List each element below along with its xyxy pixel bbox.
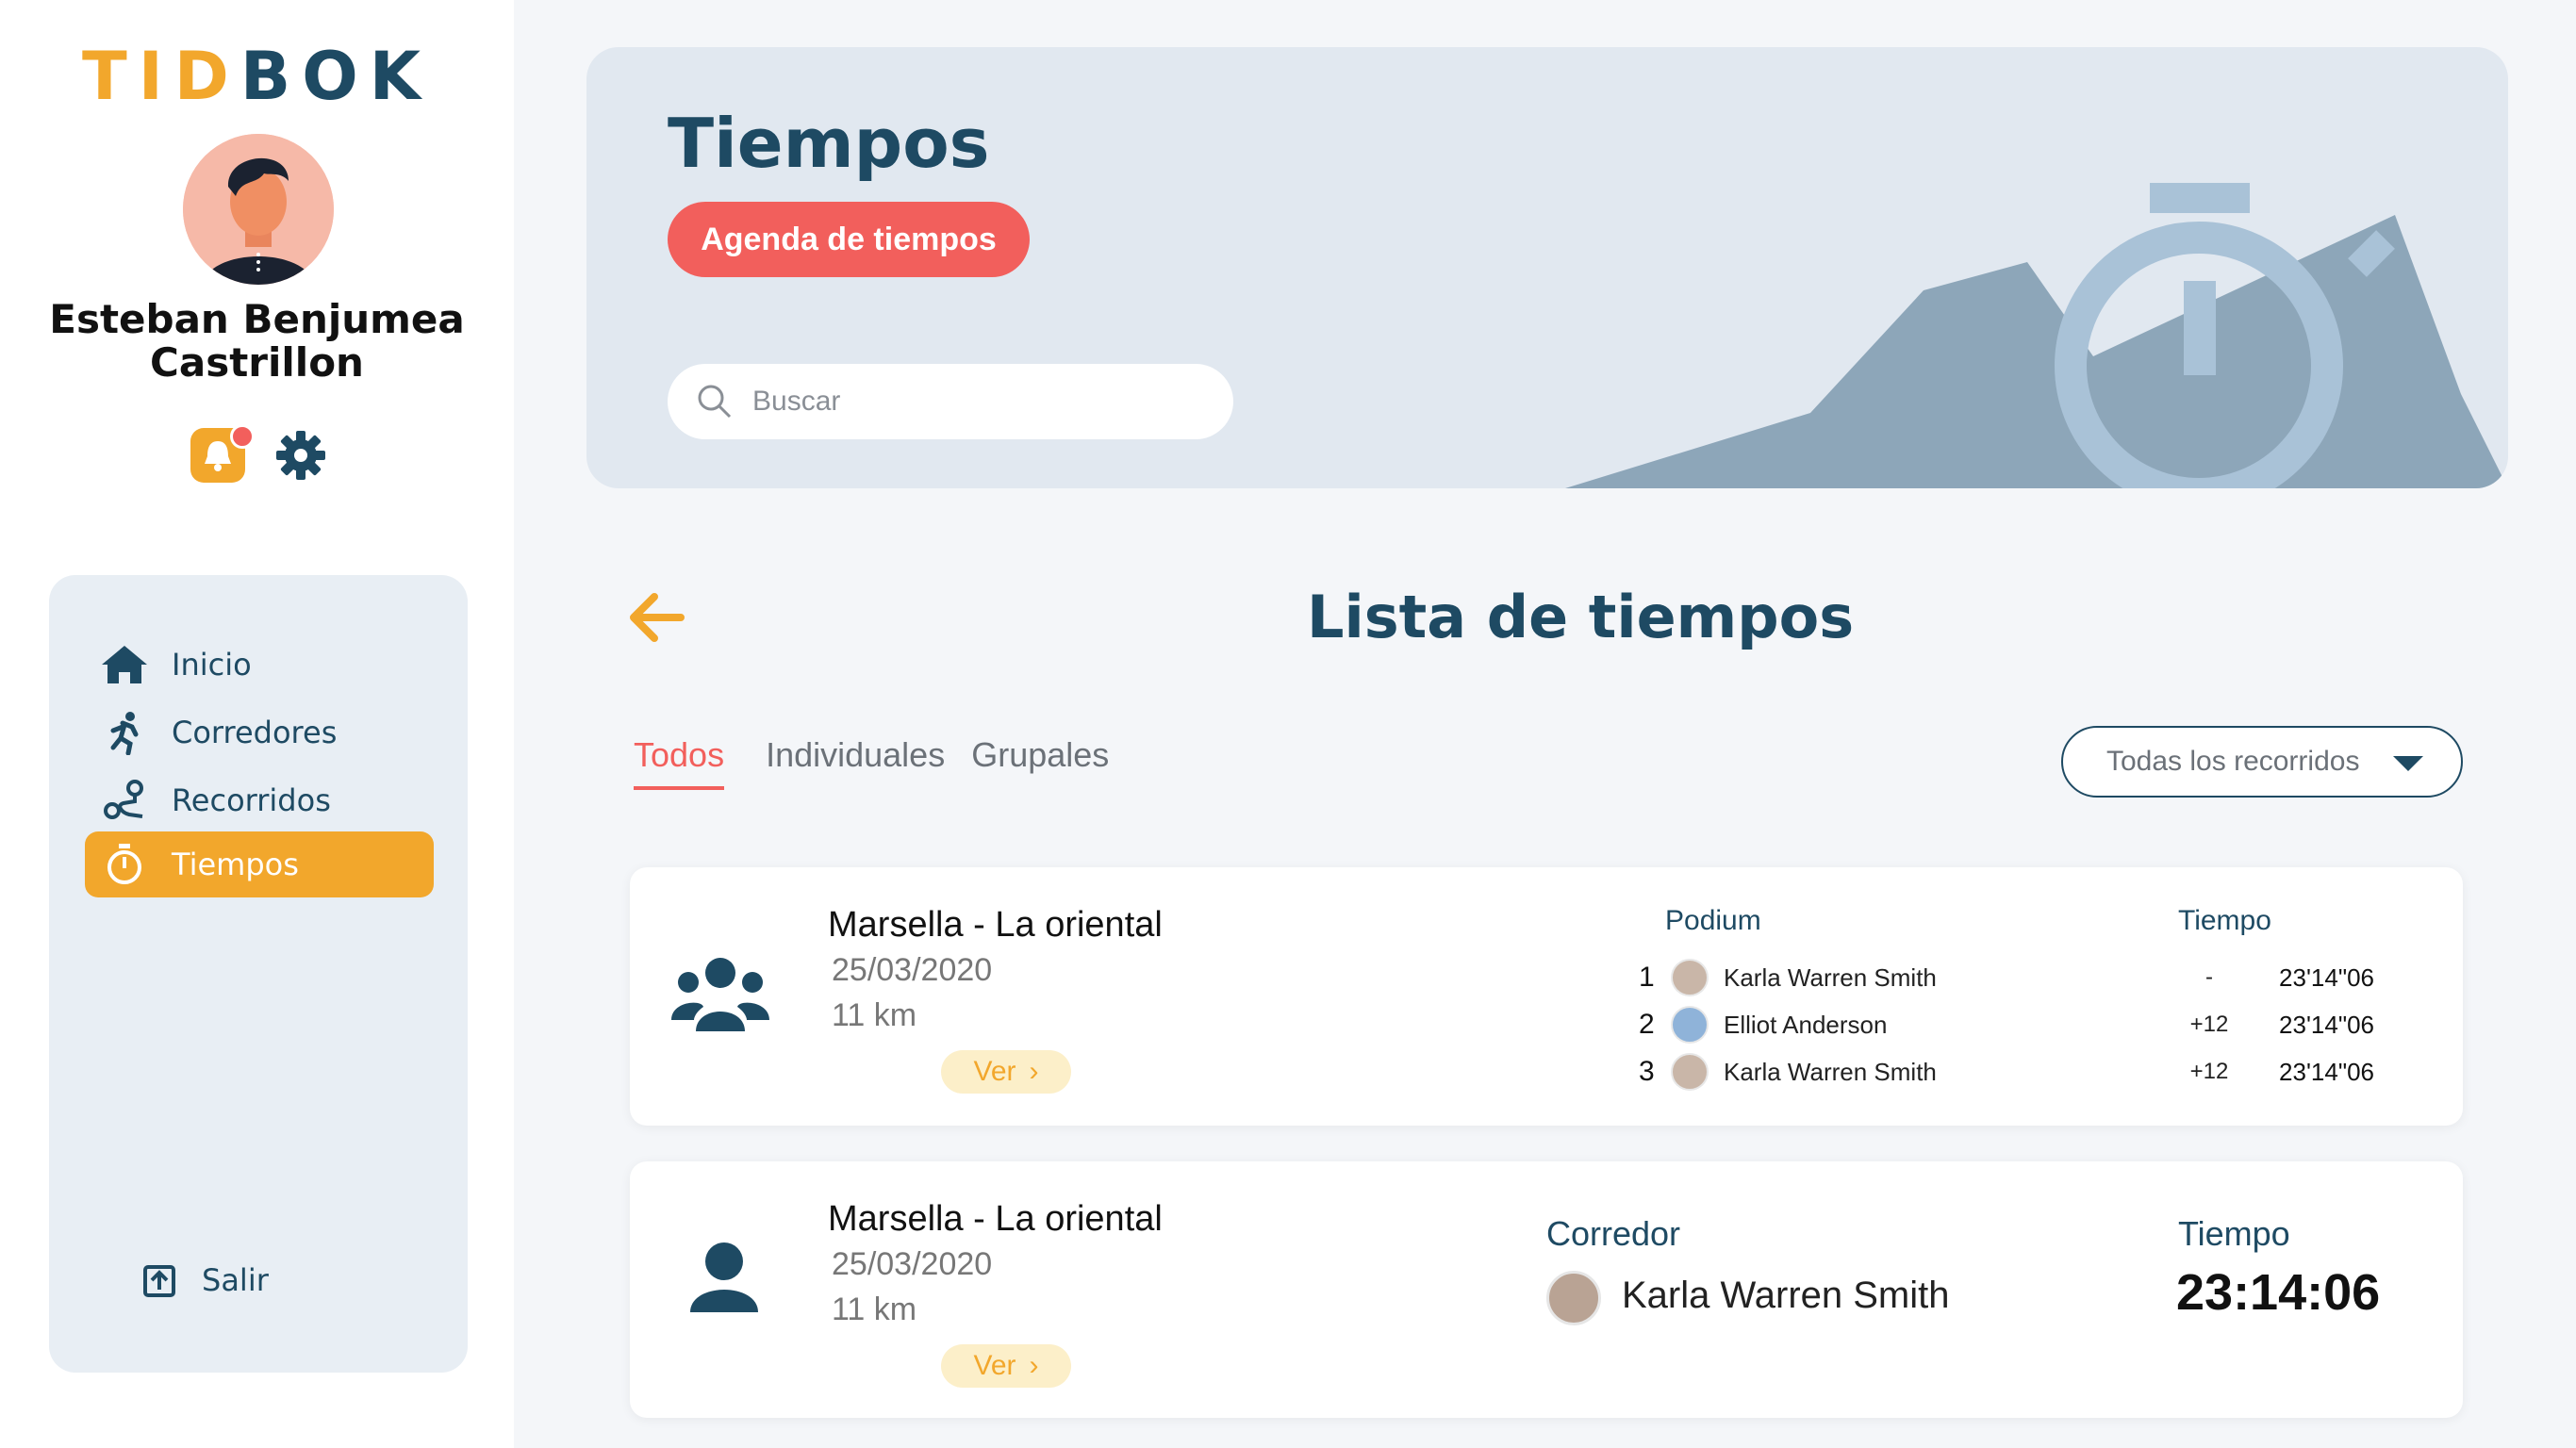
- section-title: Lista de tiempos: [1307, 583, 1855, 651]
- podium-position: 2: [1639, 1009, 1655, 1040]
- podium-row[interactable]: 2 Elliot Anderson +12 23'14"06: [1639, 1003, 2393, 1046]
- tab-grupales[interactable]: Grupales: [971, 735, 1109, 790]
- route-filter-select[interactable]: Todas los recorridos: [2061, 726, 2463, 798]
- podium-runner-name: Karla Warren Smith: [1724, 1057, 1937, 1086]
- race-distance: 11 km: [832, 997, 917, 1033]
- chevron-down-icon: [2393, 756, 2423, 771]
- runner-header: Corredor: [1546, 1214, 1681, 1253]
- podium-time: 23'14"06: [2279, 1057, 2374, 1086]
- search-bar[interactable]: [668, 364, 1233, 439]
- logout-icon: [143, 1265, 175, 1297]
- podium-diff: +12: [2189, 1012, 2229, 1037]
- race-date: 25/03/2020: [832, 952, 993, 988]
- chevron-right-icon: ›: [1029, 1350, 1039, 1381]
- race-name: Marsella - La oriental: [828, 905, 1163, 945]
- avatar: [1671, 1006, 1709, 1044]
- logout-button[interactable]: Salir: [141, 1261, 269, 1299]
- stopwatch-icon: [98, 838, 151, 891]
- podium-diff: +12: [2189, 1059, 2229, 1084]
- podium-runner-name: Karla Warren Smith: [1724, 963, 1937, 992]
- chevron-right-icon: ›: [1029, 1056, 1039, 1087]
- user-name: Esteban Benjumea Castrillon: [49, 296, 465, 386]
- avatar: [1671, 959, 1709, 996]
- race-date: 25/03/2020: [832, 1246, 993, 1282]
- sidebar-item-corredores[interactable]: Corredores: [85, 699, 434, 765]
- arrow-left-icon: [630, 593, 685, 642]
- route-filter-value: Todas los recorridos: [2106, 746, 2360, 777]
- podium-row[interactable]: 3 Karla Warren Smith +12 23'14"06: [1639, 1050, 2393, 1094]
- sidebar-item-label: Corredores: [172, 715, 338, 750]
- time-header: Tiempo: [2178, 905, 2271, 936]
- notification-badge: [230, 424, 255, 449]
- filter-tabs: Todos Individuales Grupales: [634, 735, 1109, 790]
- settings-button[interactable]: [273, 428, 328, 483]
- time-card-group: Marsella - La oriental 25/03/2020 11 km …: [630, 867, 2463, 1126]
- tab-individuales[interactable]: Individuales: [766, 735, 945, 790]
- time-card-individual: Marsella - La oriental 25/03/2020 11 km …: [630, 1161, 2463, 1418]
- sidebar-item-tiempos[interactable]: Tiempos: [85, 831, 434, 897]
- view-button[interactable]: Ver ›: [941, 1344, 1071, 1388]
- podium-time: 23'14"06: [2279, 963, 2374, 992]
- podium-runner-name: Elliot Anderson: [1724, 1010, 1888, 1039]
- podium-position: 3: [1639, 1056, 1655, 1087]
- sidebar-item-inicio[interactable]: Inicio: [85, 632, 434, 698]
- sidebar: TIDBOK Esteban Benjumea Castrillon Inici…: [0, 0, 514, 1448]
- gear-icon: [276, 431, 325, 480]
- agenda-button[interactable]: Agenda de tiempos: [668, 202, 1030, 277]
- sidebar-item-label: Recorridos: [172, 782, 331, 818]
- user-icon: [686, 1241, 762, 1325]
- page-title: Tiempos: [668, 104, 990, 183]
- avatar: [1671, 1053, 1709, 1091]
- search-icon: [698, 385, 732, 419]
- podium-header: Podium: [1665, 905, 1761, 936]
- sidebar-menu: Inicio Corredores Recorridos Tiempos: [49, 575, 468, 1373]
- header-banner: Tiempos Agenda de tiempos: [586, 47, 2508, 488]
- podium-time: 23'14"06: [2279, 1010, 2374, 1039]
- route-icon: [98, 774, 151, 827]
- search-input[interactable]: [752, 386, 1205, 418]
- race-distance: 11 km: [832, 1292, 917, 1327]
- stopwatch-mountain-illustration: [1565, 183, 2508, 488]
- race-name: Marsella - La oriental: [828, 1199, 1163, 1239]
- sidebar-item-recorridos[interactable]: Recorridos: [85, 767, 434, 833]
- sidebar-item-label: Inicio: [172, 647, 252, 683]
- runner-time: 23:14:06: [2176, 1264, 2381, 1321]
- podium-position: 1: [1639, 962, 1655, 993]
- podium-row[interactable]: 1 Karla Warren Smith - 23'14"06: [1639, 956, 2393, 999]
- logo-part-1: TID: [81, 38, 240, 115]
- runner-name[interactable]: Karla Warren Smith: [1622, 1275, 1950, 1317]
- logout-label: Salir: [202, 1262, 269, 1298]
- app-logo[interactable]: TIDBOK: [0, 38, 514, 115]
- runner-icon: [98, 706, 151, 759]
- avatar: [1546, 1271, 1601, 1325]
- back-button[interactable]: [624, 584, 690, 650]
- logo-part-2: BOK: [239, 38, 432, 115]
- view-label: Ver: [973, 1350, 1016, 1381]
- home-icon: [98, 638, 151, 691]
- sidebar-item-label: Tiempos: [172, 847, 299, 882]
- group-icon: [671, 952, 769, 1037]
- view-button[interactable]: Ver ›: [941, 1050, 1071, 1094]
- time-header: Tiempo: [2178, 1214, 2290, 1253]
- tab-todos[interactable]: Todos: [634, 735, 725, 790]
- avatar[interactable]: [183, 134, 334, 285]
- view-label: Ver: [973, 1056, 1016, 1087]
- podium-diff: -: [2205, 964, 2213, 990]
